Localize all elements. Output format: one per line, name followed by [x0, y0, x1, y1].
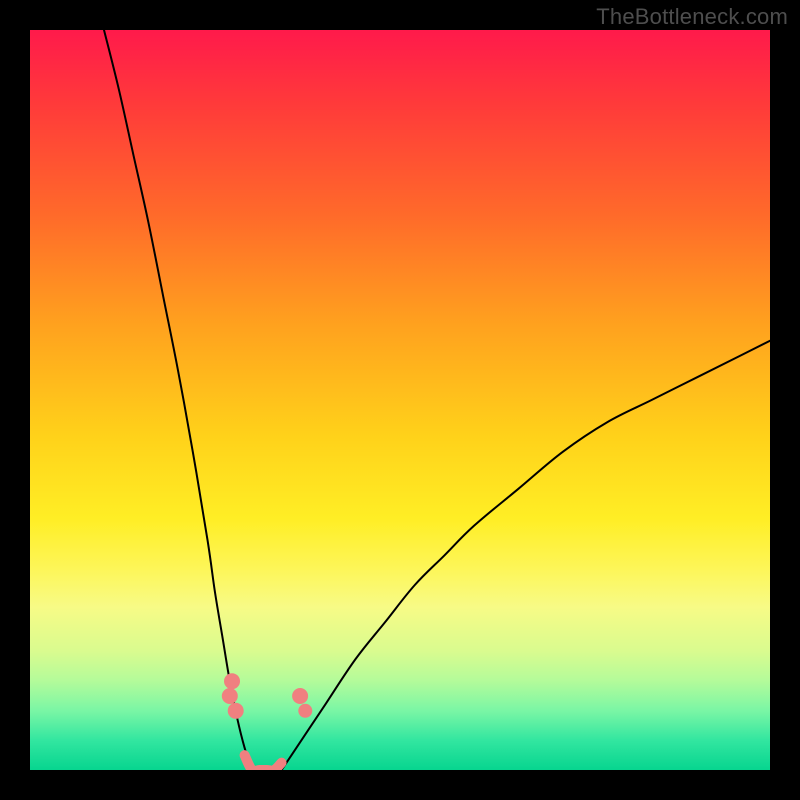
- watermark-text: TheBottleneck.com: [596, 4, 788, 30]
- chart-stage: TheBottleneck.com: [0, 0, 800, 800]
- gradient-bg: [30, 30, 770, 770]
- plot-area: [30, 30, 770, 770]
